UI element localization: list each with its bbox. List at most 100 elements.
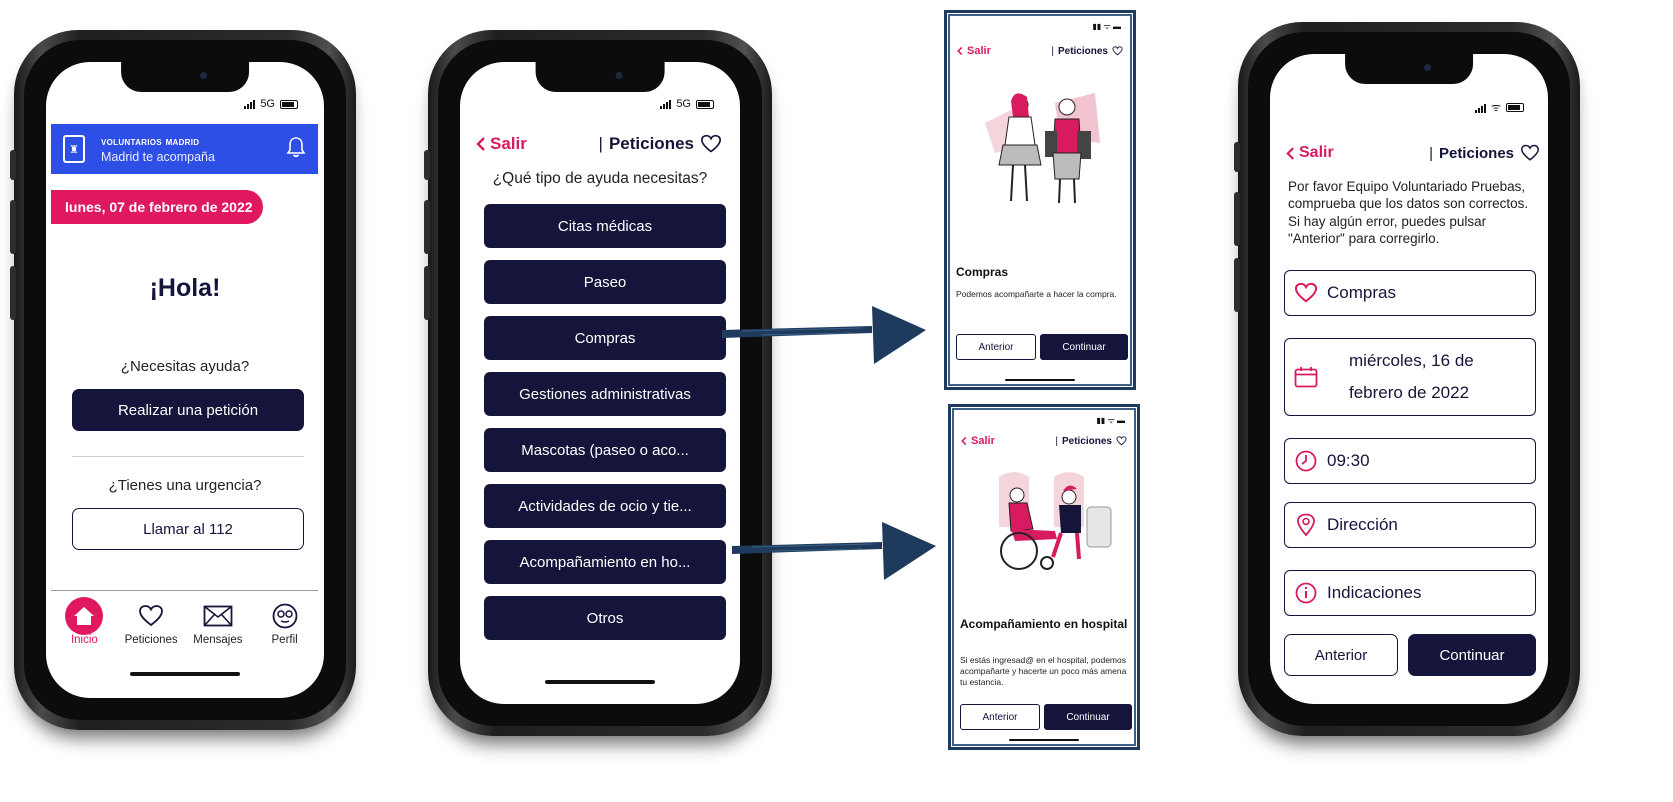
- home-icon: [65, 597, 104, 635]
- section-header: | Peticiones: [1051, 46, 1123, 57]
- option-compras[interactable]: Compras: [484, 316, 726, 360]
- calendar-icon: [1285, 366, 1327, 388]
- heart-icon: [138, 598, 164, 634]
- network-label: 5G: [260, 98, 275, 110]
- status-bar: ▮▮ ᯤ ▬: [1092, 22, 1121, 31]
- mail-icon: [203, 598, 233, 634]
- request-title: Acompañamiento en hospital: [960, 617, 1128, 631]
- top-nav: Salir | Peticiones: [1286, 144, 1540, 162]
- status-bar: ▮▮ ᯤ ▬: [1096, 416, 1125, 425]
- status-bar: 5G: [660, 98, 714, 110]
- brand-title: voluntarios madrid: [101, 134, 200, 148]
- shopping-illustration: [985, 93, 1100, 204]
- prev-button[interactable]: Anterior: [1284, 634, 1398, 676]
- tab-label: Inicio: [70, 634, 98, 646]
- section-title: Peticiones: [1061, 435, 1112, 447]
- date-field[interactable]: miércoles, 16 de febrero de 2022: [1284, 338, 1536, 416]
- divider: [72, 456, 304, 457]
- profile-icon: [272, 598, 298, 634]
- address-field[interactable]: Dirección: [1284, 502, 1536, 548]
- date-pill: lunes, 07 de febrero de 2022: [51, 190, 263, 224]
- option-acompanamiento[interactable]: Acompañamiento en ho...: [484, 540, 726, 584]
- tab-label: Mensajes: [193, 634, 243, 646]
- continue-button[interactable]: Continuar: [1044, 704, 1132, 730]
- top-nav: Salir | Peticiones: [476, 134, 722, 154]
- brand-subtitle: Madrid te acompaña: [101, 150, 215, 164]
- back-button[interactable]: Salir: [476, 134, 527, 154]
- chevron-left-icon: [1286, 146, 1294, 160]
- tab-mensajes[interactable]: Mensajes: [187, 598, 249, 646]
- chevron-left-icon: [957, 46, 963, 56]
- app-header: ♜ voluntarios madrid Madrid te acompaña: [51, 124, 318, 174]
- greeting: ¡Hola!: [149, 274, 221, 302]
- wifi-icon: ᯤ: [1490, 102, 1501, 114]
- back-button[interactable]: Salir: [1286, 144, 1334, 162]
- back-label: Salir: [490, 134, 527, 153]
- arrow-right-icon: [732, 522, 936, 580]
- date-line-2: febrero de 2022: [1349, 383, 1470, 402]
- top-nav: Salir | Peticiones: [957, 45, 1123, 57]
- heart-icon: [1520, 144, 1540, 161]
- option-actividades[interactable]: Actividades de ocio y tie...: [484, 484, 726, 528]
- request-description: Si estás ingresad@ en el hospital, podem…: [960, 655, 1127, 688]
- time-value: 09:30: [1327, 451, 1370, 470]
- date-line-1: miércoles, 16 de: [1349, 350, 1474, 370]
- section-header: | Peticiones: [1055, 436, 1127, 447]
- option-paseo[interactable]: Paseo: [484, 260, 726, 304]
- confirm-screen: ᯤ Salir | Peticiones Por favor Equipo Vo…: [1270, 54, 1548, 704]
- continue-button[interactable]: Continuar: [1040, 334, 1128, 360]
- battery-icon: [280, 99, 298, 109]
- request-title: Compras: [956, 265, 1009, 279]
- notes-value: Indicaciones: [1327, 583, 1422, 602]
- time-field[interactable]: 09:30: [1284, 438, 1536, 484]
- help-question: ¿Qué tipo de ayuda necesitas?: [492, 170, 708, 187]
- signal-icon: [244, 99, 256, 109]
- tab-label: Peticiones: [124, 634, 178, 646]
- section-title: Peticiones: [1057, 45, 1108, 57]
- home-indicator: [545, 680, 655, 684]
- signal-icon: [660, 99, 672, 109]
- brand: voluntarios madrid Madrid te acompaña: [101, 134, 215, 164]
- home-indicator: [1009, 738, 1079, 741]
- help-type-screen: 5G Salir | Peticiones ¿Qué tipo de ayuda…: [460, 62, 740, 704]
- volume-up-button: [10, 200, 16, 254]
- tab-perfil[interactable]: Perfil: [254, 598, 316, 646]
- request-description: Podemos acompañarte a hacer la compra.: [956, 289, 1117, 299]
- tab-label: Perfil: [271, 634, 298, 646]
- compras-screen: ▮▮ ᯤ ▬ Salir | Peticiones Compras Podemo…: [944, 10, 1136, 390]
- chevron-left-icon: [961, 436, 967, 446]
- back-button[interactable]: Salir: [957, 45, 991, 57]
- option-citas-medicas[interactable]: Citas médicas: [484, 204, 726, 248]
- call-112-button[interactable]: Llamar al 112: [72, 508, 304, 550]
- category-field[interactable]: Compras: [1284, 270, 1536, 316]
- continue-button[interactable]: Continuar: [1408, 634, 1536, 676]
- clock-icon: [1285, 450, 1327, 472]
- section-header: | Peticiones: [599, 134, 722, 154]
- network-label: 5G: [676, 98, 691, 110]
- tab-peticiones[interactable]: Peticiones: [120, 598, 182, 646]
- notes-field[interactable]: Indicaciones: [1284, 570, 1536, 616]
- prev-button[interactable]: Anterior: [960, 704, 1040, 730]
- heart-icon: [700, 134, 722, 153]
- tab-inicio[interactable]: Inicio: [53, 597, 115, 646]
- urgent-question: ¿Tienes una urgencia?: [108, 477, 262, 494]
- bell-icon[interactable]: [286, 136, 306, 163]
- notch: [121, 62, 249, 92]
- option-mascotas[interactable]: Mascotas (paseo o aco...: [484, 428, 726, 472]
- status-bar: ᯤ: [1474, 100, 1524, 115]
- heart-icon: [1112, 46, 1123, 56]
- phone-help-type: 5G Salir | Peticiones ¿Qué tipo de ayuda…: [424, 30, 772, 736]
- arrow-right-icon: [722, 306, 926, 364]
- hospital-illustration: [999, 472, 1112, 570]
- back-label: Salir: [1299, 144, 1334, 161]
- option-otros[interactable]: Otros: [484, 596, 726, 640]
- option-gestiones[interactable]: Gestiones administrativas: [484, 372, 726, 416]
- tab-bar: Inicio Peticiones Mensajes Perfil: [51, 597, 318, 668]
- prev-button[interactable]: Anterior: [956, 334, 1036, 360]
- request-button[interactable]: Realizar una petición: [72, 389, 304, 431]
- section-title: Peticiones: [608, 134, 694, 153]
- notch: [535, 62, 665, 92]
- mute-switch: [10, 150, 16, 180]
- top-nav: Salir | Peticiones: [961, 435, 1127, 447]
- back-button[interactable]: Salir: [961, 435, 995, 447]
